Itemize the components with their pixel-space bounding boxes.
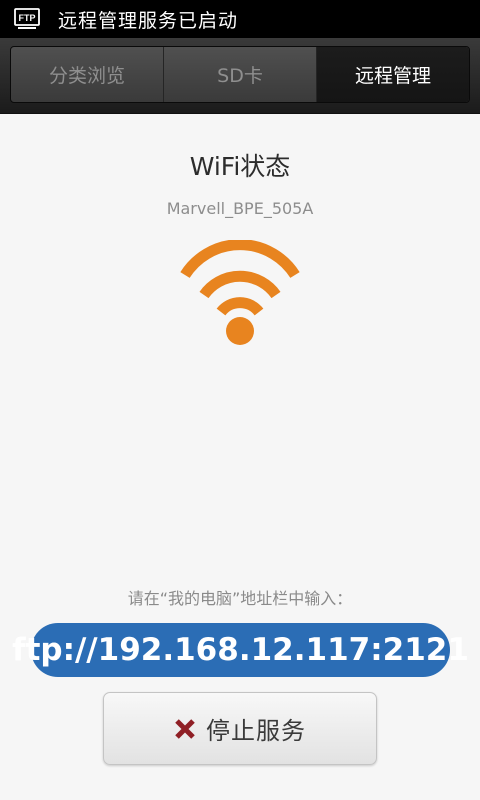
tab-remote-management[interactable]: 远程管理	[317, 47, 469, 102]
ftp-address-badge: ftp://192.168.12.117:2121	[12, 623, 469, 677]
tab-sd-card[interactable]: SD卡	[164, 47, 317, 102]
tab-bar: 分类浏览 SD卡 远程管理	[10, 46, 470, 103]
status-bar: FTP 远程管理服务已启动	[0, 0, 480, 38]
ftp-address: ftp://192.168.12.117:2121	[12, 632, 469, 668]
stop-service-button[interactable]: 停止服务	[103, 692, 377, 765]
wifi-status-title: WiFi状态	[189, 152, 291, 181]
address-hint: 请在“我的电脑”地址栏中输入：	[127, 589, 353, 608]
wifi-signal-icon	[180, 239, 300, 346]
notification-title: 远程管理服务已启动	[58, 9, 239, 32]
stop-service-label: 停止服务	[206, 717, 306, 745]
close-icon	[174, 718, 196, 740]
ftp-icon-text: FTP	[19, 13, 36, 23]
ftp-icon: FTP	[14, 8, 40, 30]
tab-area: 分类浏览 SD卡 远程管理	[0, 38, 480, 114]
tab-category-browse[interactable]: 分类浏览	[11, 47, 164, 102]
ssid-label: Marvell_BPE_505A	[166, 199, 314, 218]
main-content: WiFi状态 Marvell_BPE_505A 请在“我的电脑”地址栏中输入： …	[0, 115, 480, 800]
